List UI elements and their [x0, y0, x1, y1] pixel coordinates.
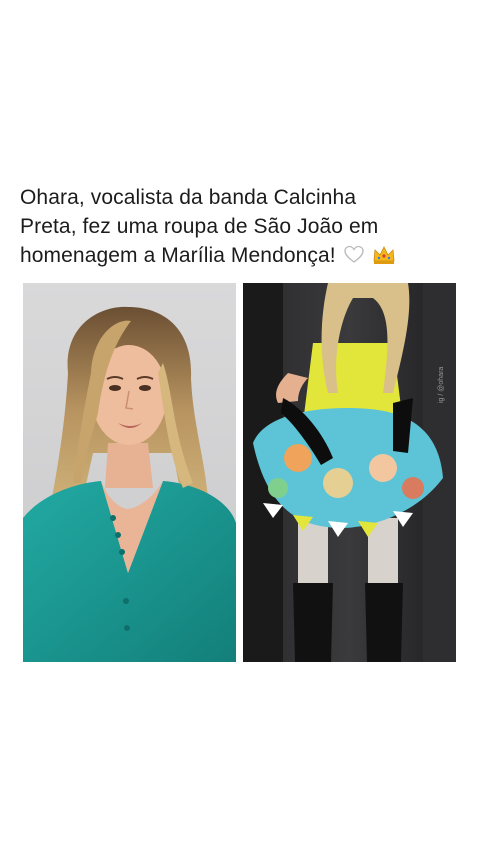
white-heart-icon	[344, 244, 364, 273]
post-page: Ohara, vocalista da banda Calcinha Preta…	[0, 0, 480, 854]
crown-icon	[372, 244, 396, 273]
svg-text:ig / @ohara: ig / @ohara	[438, 367, 445, 403]
caption-line-2: Preta, fez uma roupa de São João em	[20, 215, 379, 238]
caption-line-1: Ohara, vocalista da banda Calcinha	[20, 186, 357, 209]
outfit-photo: ig / @ohara	[243, 283, 456, 662]
post-caption: Ohara, vocalista da banda Calcinha Preta…	[20, 183, 465, 273]
caption-line-3: homenagem a Marília Mendonça!	[20, 244, 336, 267]
portrait-photo	[23, 283, 236, 662]
